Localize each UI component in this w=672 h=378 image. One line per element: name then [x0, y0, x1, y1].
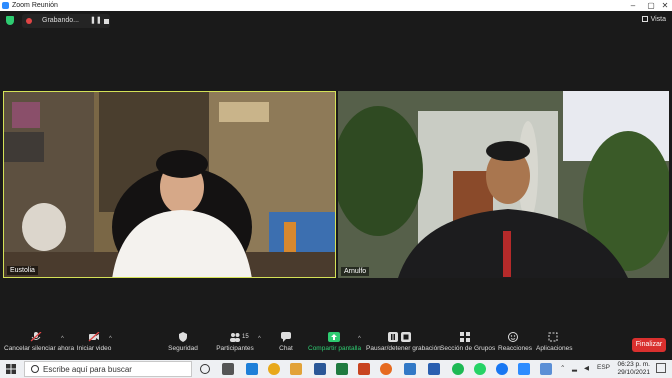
- pause-stop-label: Pausar/detener grabación: [366, 345, 441, 352]
- clock-time: 06:23 p. m.: [617, 361, 650, 368]
- video-feed-eustolia: [4, 92, 335, 277]
- taskbar-clock[interactable]: 06:23 p. m. 29/10/2021: [610, 361, 650, 377]
- shield-icon[interactable]: [6, 16, 14, 25]
- video-off-icon: [88, 332, 100, 342]
- breakout-rooms-button[interactable]: Sección de Grupos: [440, 332, 496, 358]
- spotify-icon[interactable]: [452, 363, 464, 375]
- end-meeting-button[interactable]: Finalizar: [632, 338, 666, 352]
- powerpoint-icon[interactable]: [358, 363, 370, 375]
- minimize-button[interactable]: –: [624, 0, 642, 11]
- reactions-button[interactable]: Reacciones: [498, 332, 532, 358]
- search-icon: [31, 365, 39, 373]
- share-screen-button[interactable]: Compartir pantalla: [308, 332, 362, 358]
- participants-label: Participantes: [216, 345, 254, 352]
- input-language[interactable]: ESP: [597, 364, 610, 371]
- share-options-caret-icon[interactable]: ^: [358, 336, 361, 342]
- recording-label: Grabando...: [42, 17, 79, 24]
- meeting-topbar: Grabando... ❚❚ Vista: [0, 11, 672, 31]
- windows-start-icon[interactable]: [6, 364, 16, 374]
- participant-name-label: Eustolia: [7, 266, 38, 275]
- recording-indicator: Grabando... ❚❚: [22, 14, 110, 28]
- store-icon[interactable]: [428, 363, 440, 375]
- record-dot-icon: [26, 18, 32, 24]
- share-screen-icon: [328, 332, 340, 342]
- video-tile-arnulfo[interactable]: Arnulfo: [338, 91, 669, 278]
- chat-button[interactable]: Chat: [276, 332, 296, 358]
- video-options-caret-icon[interactable]: ^: [109, 336, 112, 342]
- apps-label: Aplicaciones: [536, 345, 573, 352]
- volume-icon[interactable]: ◀: [584, 364, 589, 372]
- muted-mic-icon: [30, 332, 42, 342]
- security-label: Seguridad: [168, 345, 198, 352]
- task-view-icon[interactable]: [222, 363, 234, 375]
- video-feed-arnulfo: [338, 91, 669, 278]
- chat-bubble-icon: [281, 332, 291, 342]
- edge-icon[interactable]: [246, 363, 258, 375]
- whatsapp-icon[interactable]: [474, 363, 486, 375]
- participants-options-caret-icon[interactable]: ^: [258, 336, 261, 342]
- share-screen-label: Compartir pantalla: [308, 345, 362, 352]
- network-icon[interactable]: ▂: [572, 364, 577, 372]
- participants-icon: [230, 333, 240, 342]
- pause-stop-recording-button[interactable]: Pausar/detener grabación: [366, 332, 441, 358]
- apps-button[interactable]: Aplicaciones: [536, 332, 573, 358]
- chat-label: Chat: [279, 345, 293, 352]
- clock-date: 29/10/2021: [617, 369, 650, 376]
- video-tile-eustolia[interactable]: Eustolia: [3, 91, 336, 278]
- zoom-taskbar-icon[interactable]: [518, 363, 530, 375]
- grid-icon: [641, 16, 648, 22]
- window-titlebar: Zoom Reunión – ▢ ✕: [0, 0, 672, 11]
- meeting-toolbar: Cancelar silenciar ahora ^ Iniciar video…: [0, 330, 672, 360]
- cortana-icon[interactable]: [200, 364, 210, 374]
- search-placeholder: Escribe aquí para buscar: [43, 365, 132, 374]
- audio-options-caret-icon[interactable]: ^: [61, 336, 64, 342]
- start-video-label: Iniciar video: [76, 345, 112, 352]
- firefox-icon[interactable]: [380, 363, 392, 375]
- tray-up-arrow-icon[interactable]: ⌃: [560, 364, 565, 372]
- security-shield-icon: [179, 332, 187, 342]
- close-button[interactable]: ✕: [656, 0, 672, 11]
- breakout-grid-icon: [460, 332, 470, 342]
- windows-taskbar: Escribe aquí para buscar ⌃ ▂ ◀ ESP 06:23…: [0, 360, 672, 378]
- notifications-icon[interactable]: [656, 363, 666, 373]
- participants-count: 15: [242, 334, 249, 340]
- reactions-label: Reacciones: [498, 345, 532, 352]
- apps-icon: [548, 332, 558, 342]
- pause-stop-icon: [388, 332, 411, 342]
- reactions-smiley-icon: [508, 332, 518, 342]
- security-button[interactable]: Seguridad: [166, 332, 200, 358]
- messenger-icon[interactable]: [496, 363, 508, 375]
- unmute-button[interactable]: Cancelar silenciar ahora: [4, 332, 75, 358]
- chrome-icon[interactable]: [268, 363, 280, 375]
- taskbar-search-box[interactable]: Escribe aquí para buscar: [24, 361, 192, 377]
- app-icon[interactable]: [404, 363, 416, 375]
- window-title: Zoom Reunión: [12, 2, 58, 9]
- word-icon[interactable]: [314, 363, 326, 375]
- view-label: Vista: [650, 16, 666, 23]
- pause-recording-button[interactable]: ❚❚: [90, 16, 102, 26]
- stop-recording-button[interactable]: [104, 19, 109, 24]
- participant-name-label: Arnulfo: [341, 267, 370, 276]
- unmute-label: Cancelar silenciar ahora: [4, 345, 75, 352]
- zoom-logo-icon: [2, 2, 9, 9]
- file-explorer-icon[interactable]: [290, 363, 302, 375]
- excel-icon[interactable]: [336, 363, 348, 375]
- weather-icon[interactable]: [540, 363, 552, 375]
- breakout-rooms-label: Sección de Grupos: [440, 345, 496, 352]
- view-button[interactable]: Vista: [641, 16, 666, 23]
- start-video-button[interactable]: Iniciar video: [76, 332, 112, 358]
